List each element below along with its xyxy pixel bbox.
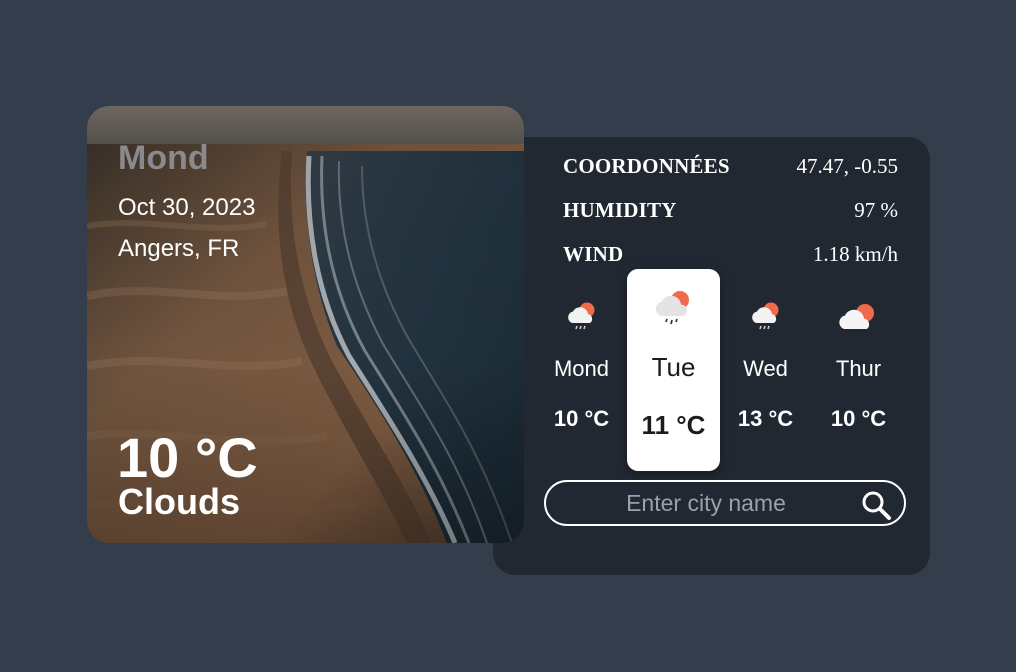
forecast-day-card-active[interactable]: Tue 11 °C (627, 269, 720, 471)
humidity-value: 97 % (854, 198, 898, 222)
forecast-day-temp: 11 °C (641, 410, 706, 440)
weather-description: Clouds (118, 481, 240, 522)
wind-label: WIND (563, 242, 624, 266)
sun-cloud-icon (812, 299, 905, 335)
forecast-day-card[interactable]: Thur 10 °C (812, 269, 905, 471)
humidity-row: HUMIDITY 97 % (563, 198, 898, 223)
forecast-day-name: Thur (835, 356, 882, 381)
forecast-day-card[interactable]: Wed 13 °C (719, 269, 812, 471)
current-location: Angers, FR (118, 235, 240, 262)
coordinates-label: COORDONNÉES (563, 154, 730, 178)
forecast-day-temp: 10 °C (553, 406, 610, 431)
forecast-list: Mond 10 °C Tue 11 °C Wed 13 °C Thur 10 °… (535, 269, 909, 473)
humidity-label: HUMIDITY (563, 198, 677, 222)
forecast-day-card[interactable]: Mond 10 °C (535, 269, 628, 471)
sun-cloud-rain-icon (719, 299, 812, 335)
city-search-input[interactable] (566, 486, 846, 520)
forecast-day-temp: 13 °C (737, 406, 794, 431)
weather-details-panel: COORDONNÉES 47.47, -0.55 HUMIDITY 97 % W… (493, 137, 930, 575)
coordinates-row: COORDONNÉES 47.47, -0.55 (563, 154, 898, 179)
search-icon[interactable] (860, 489, 892, 521)
forecast-day-name: Wed (743, 356, 788, 381)
wind-value: 1.18 km/h (812, 242, 898, 266)
coordinates-value: 47.47, -0.55 (796, 154, 899, 178)
current-day-name: Mond (118, 139, 209, 177)
sun-cloud-rain-icon (627, 287, 720, 325)
wind-row: WIND 1.18 km/h (563, 242, 898, 267)
forecast-day-name: Tue (651, 352, 696, 382)
sun-cloud-rain-icon (535, 299, 628, 335)
current-date: Oct 30, 2023 (118, 194, 256, 221)
forecast-day-name: Mond (553, 356, 610, 381)
weather-hero-card: Mond Oct 30, 2023 Angers, FR 10 °C Cloud… (87, 106, 524, 543)
city-search-box (544, 480, 906, 526)
forecast-day-temp: 10 °C (830, 406, 887, 431)
